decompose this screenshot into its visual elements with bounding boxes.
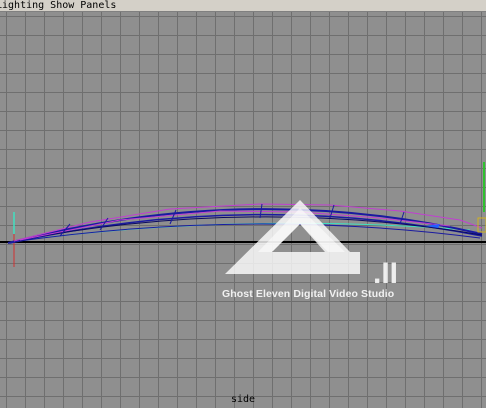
panel-menubar: Lighting Show Panels <box>0 0 486 12</box>
menu-lighting[interactable]: Lighting <box>0 0 47 11</box>
menu-panels[interactable]: Panels <box>77 0 119 11</box>
model-wireframe[interactable] <box>0 12 486 408</box>
menu-show[interactable]: Show <box>47 0 77 11</box>
body-mid-edge <box>9 213 483 244</box>
logo-mark: .II <box>373 257 399 290</box>
side-viewport[interactable]: .II Ghost Eleven Digital Video Studio si… <box>0 12 486 408</box>
camera-label: side <box>230 394 256 405</box>
right-handle <box>477 217 486 233</box>
studio-name: Ghost Eleven Digital Video Studio <box>222 288 395 300</box>
